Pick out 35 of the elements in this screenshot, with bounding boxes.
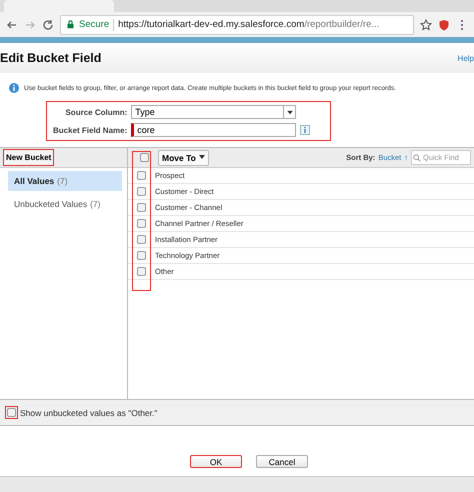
field-label: Bucket Field Name: — [53, 126, 128, 134]
checkbox[interactable] — [137, 203, 146, 212]
source-column-select[interactable]: Type — [131, 105, 296, 119]
caret-icon — [283, 106, 296, 118]
dialog-button[interactable]: OK — [190, 455, 242, 468]
dialog-button[interactable]: Cancel — [256, 455, 308, 468]
star-icon[interactable] — [420, 18, 432, 30]
checkbox[interactable] — [137, 235, 146, 244]
checkbox[interactable] — [137, 267, 146, 276]
dialog-title: Edit Bucket Field — [0, 51, 102, 65]
move-to-button[interactable]: Move To — [158, 150, 209, 166]
checkbox[interactable] — [137, 187, 146, 196]
search-icon — [413, 154, 421, 162]
info-icon[interactable] — [300, 125, 310, 135]
field-label: Source Column: — [64, 108, 128, 116]
input-field[interactable]: core — [131, 123, 296, 137]
checkbox[interactable] — [140, 153, 149, 162]
checkbox[interactable] — [137, 171, 146, 180]
checkbox-label: Show unbucketed values as "Other." — [20, 408, 158, 418]
address-bar[interactable]: Secure https://tutorialkart-dev-ed.my.salesforce.com/reportbuilder/re... — [60, 14, 414, 34]
checkbox[interactable] — [137, 251, 146, 260]
new-bucket-button[interactable]: New Bucket — [3, 149, 54, 166]
bucket-list-item[interactable]: Unbucketed Values (7) — [8, 194, 122, 214]
bucket-list-item[interactable]: All Values (7) — [8, 171, 122, 191]
secure-label: Secure — [79, 19, 110, 30]
back-icon[interactable] — [6, 18, 18, 30]
checkbox[interactable] — [137, 219, 146, 228]
url-text: https://tutorialkart-dev-ed.my.salesforce.com/reportbuilder/re... — [118, 19, 380, 30]
reload-icon[interactable] — [42, 18, 54, 30]
info-icon — [9, 83, 19, 93]
forward-icon[interactable] — [24, 18, 36, 30]
shield-icon[interactable] — [438, 18, 450, 30]
lock-icon — [66, 20, 75, 29]
caret-icon — [198, 155, 205, 160]
help-link[interactable]: Help — [458, 54, 474, 62]
